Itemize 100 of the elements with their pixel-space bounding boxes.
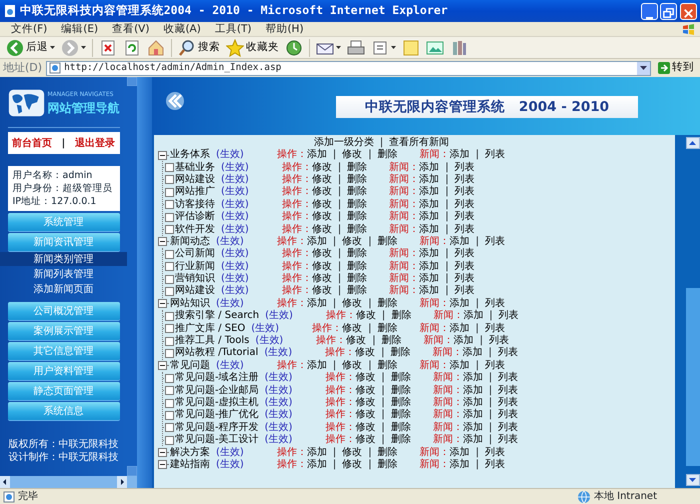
action-link[interactable]: 添加 — [419, 186, 440, 198]
action-link[interactable]: 列表 — [454, 211, 475, 224]
action-link[interactable]: 删除 — [378, 298, 398, 310]
action-link[interactable]: 删除 — [347, 174, 368, 186]
action-link[interactable]: 修改 — [342, 322, 362, 335]
address-field[interactable]: http://localhost/admin/Admin_Index.asp — [46, 60, 651, 76]
action-link[interactable]: 列表 — [484, 149, 505, 162]
favorites-button[interactable]: 收藏夹 — [223, 37, 282, 58]
action-link[interactable]: 列表 — [498, 397, 518, 409]
action-link[interactable]: 删除 — [390, 434, 411, 446]
horizontal-scrollbar[interactable] — [0, 476, 127, 488]
action-link[interactable]: 添加 — [306, 446, 327, 459]
action-link[interactable]: 删除 — [378, 458, 398, 471]
action-link[interactable]: 修改 — [355, 434, 376, 446]
action-link[interactable]: 修改 — [312, 285, 332, 298]
collapse-icon[interactable] — [158, 237, 167, 246]
collapse-icon[interactable] — [158, 460, 167, 470]
action-link[interactable]: 删除 — [390, 372, 411, 384]
action-link[interactable]: 列表 — [454, 162, 475, 174]
action-link[interactable]: 添加 — [306, 458, 327, 471]
action-link[interactable]: 列表 — [484, 322, 505, 335]
action-link[interactable]: 添加 — [306, 298, 327, 310]
action-link[interactable]: 列表 — [498, 372, 518, 384]
action-link[interactable]: 列表 — [454, 186, 475, 198]
action-link[interactable]: 添加 — [463, 310, 484, 322]
action-link[interactable]: 列表 — [484, 446, 505, 459]
action-link[interactable]: 添加 — [306, 149, 327, 162]
action-link[interactable]: 列表 — [488, 335, 509, 348]
restore-button[interactable] — [660, 2, 678, 20]
action-link[interactable]: 列表 — [498, 310, 519, 322]
action-link[interactable]: 添加 — [306, 236, 327, 248]
action-link[interactable]: 列表 — [484, 360, 505, 372]
action-link[interactable]: 列表 — [454, 198, 475, 211]
action-link[interactable]: 删除 — [390, 422, 411, 434]
nav-subitem[interactable]: 新闻类别管理 — [0, 252, 127, 266]
action-link[interactable]: 删除 — [347, 186, 368, 198]
go-button[interactable]: 转到 — [655, 60, 697, 76]
action-link[interactable]: 添加 — [450, 360, 470, 372]
vertical-scrollbar[interactable] — [685, 135, 700, 488]
nav-subitem[interactable]: 新闻列表管理 — [0, 267, 127, 281]
action-link[interactable]: 删除 — [347, 162, 368, 174]
search-button[interactable]: 搜索 — [175, 37, 223, 58]
action-link[interactable]: 修改 — [312, 174, 332, 186]
action-link[interactable]: 添加 — [462, 397, 483, 409]
action-link[interactable]: 修改 — [356, 310, 376, 322]
action-link[interactable]: 列表 — [498, 384, 518, 397]
collapse-icon[interactable] — [158, 361, 167, 370]
action-link[interactable]: 删除 — [347, 285, 368, 298]
action-link[interactable]: 修改 — [346, 335, 366, 348]
action-link[interactable]: 修改 — [355, 422, 376, 434]
action-link[interactable]: 添加 — [419, 174, 440, 186]
action-link[interactable]: 列表 — [454, 248, 475, 260]
back-button[interactable]: 后退 — [3, 37, 58, 58]
action-link[interactable]: 添加 — [419, 224, 440, 236]
menu-item[interactable]: 文件(F) — [4, 22, 54, 36]
action-link[interactable]: 添加 — [462, 372, 483, 384]
action-link[interactable]: 删除 — [378, 236, 398, 248]
action-link[interactable]: 添加 — [450, 236, 470, 248]
action-link[interactable]: 添加 — [450, 298, 470, 310]
collapse-icon[interactable] — [158, 448, 167, 458]
action-link[interactable]: 添加 — [450, 446, 470, 459]
action-link[interactable]: 修改 — [355, 384, 376, 397]
action-link[interactable]: 添加 — [419, 273, 440, 286]
action-link[interactable]: 删除 — [347, 248, 368, 260]
action-link[interactable]: 添加 — [450, 458, 470, 471]
action-link[interactable]: 添加 — [462, 422, 483, 434]
action-link[interactable]: 修改 — [355, 347, 376, 360]
top-action-link[interactable]: 添加一级分类 — [314, 137, 374, 148]
action-link[interactable]: 修改 — [312, 248, 332, 260]
action-link[interactable]: 添加 — [449, 322, 470, 335]
action-link[interactable]: 添加 — [419, 211, 440, 224]
action-link[interactable]: 删除 — [378, 360, 398, 372]
action-link[interactable]: 修改 — [342, 236, 362, 248]
action-link[interactable]: 修改 — [312, 198, 332, 211]
action-link[interactable]: 修改 — [355, 397, 376, 409]
nav-subitem[interactable]: 添加新闻页面 — [0, 282, 127, 296]
action-link[interactable]: 添加 — [454, 335, 474, 348]
minimize-button[interactable] — [640, 2, 658, 20]
action-link[interactable]: 修改 — [342, 149, 362, 162]
action-link[interactable]: 修改 — [355, 409, 376, 422]
action-link[interactable]: 修改 — [312, 211, 332, 224]
action-link[interactable]: 添加 — [306, 360, 327, 372]
close-button[interactable] — [680, 2, 697, 20]
action-link[interactable]: 删除 — [391, 310, 412, 322]
action-link[interactable]: 列表 — [454, 224, 475, 236]
menu-item[interactable]: 帮助(H) — [258, 22, 311, 36]
action-link[interactable]: 修改 — [312, 224, 332, 236]
action-link[interactable]: 修改 — [342, 458, 362, 471]
action-link[interactable]: 添加 — [462, 347, 482, 360]
action-link[interactable]: 添加 — [419, 162, 440, 174]
action-link[interactable]: 修改 — [312, 162, 332, 174]
action-link[interactable]: 删除 — [390, 397, 411, 409]
action-link[interactable]: 列表 — [498, 347, 518, 360]
action-link[interactable]: 列表 — [484, 298, 505, 310]
action-link[interactable]: 修改 — [342, 360, 362, 372]
menu-item[interactable]: 工具(T) — [208, 22, 258, 36]
action-link[interactable]: 删除 — [347, 260, 368, 273]
action-link[interactable]: 添加 — [419, 248, 440, 260]
action-link[interactable]: 删除 — [378, 446, 398, 459]
action-link[interactable]: 修改 — [342, 298, 362, 310]
